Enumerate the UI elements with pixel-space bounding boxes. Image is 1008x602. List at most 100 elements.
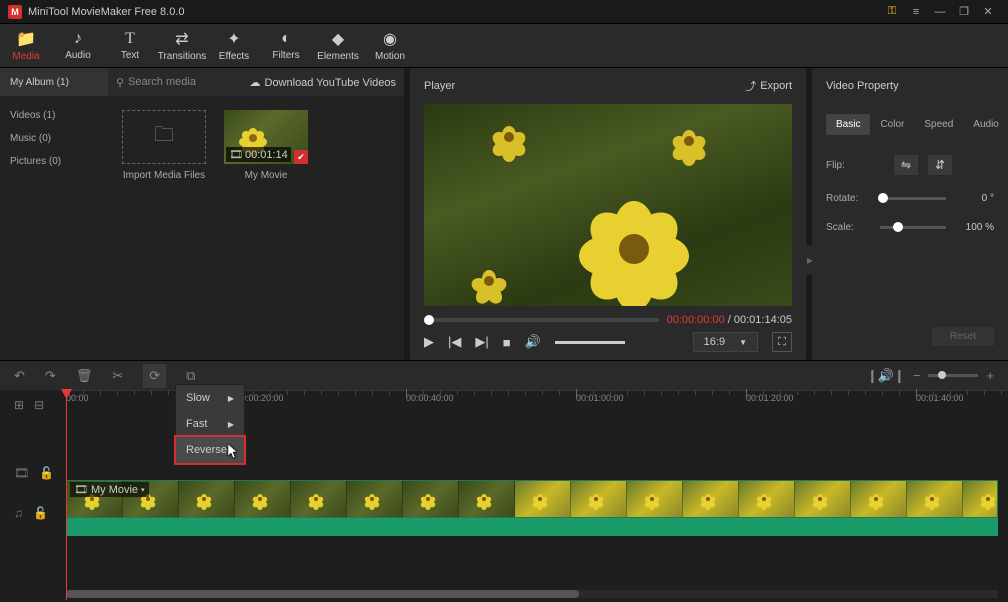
prop-tab-color[interactable]: Color (870, 114, 914, 135)
maximize-icon[interactable]: ❐ (952, 2, 976, 22)
fullscreen-button[interactable]: ⛶ (772, 332, 792, 352)
flip-label: Flip: (826, 160, 866, 171)
audio-icon: ♪ (74, 30, 82, 48)
search-icon: ⚲ (116, 76, 124, 89)
timeline: ↶ ↷ 🗑 ✂ ⟳ ⧉ ❙🔊❙ − + 00:0000:00:20:0000:0… (0, 360, 1008, 602)
split-button[interactable]: ✂ (112, 368, 123, 384)
chevron-down-icon: ▼ (739, 338, 747, 347)
video-property-panel: Video Property Basic Color Speed Audio ▶… (812, 68, 1008, 360)
duration-badge: 🎞00:01:14 (226, 147, 291, 162)
menu-icon[interactable]: ≡ (904, 2, 928, 22)
download-youtube-link[interactable]: ☁Download YouTube Videos (250, 76, 397, 89)
zoom-slider[interactable] (928, 374, 978, 377)
timeline-scrollbar[interactable] (66, 590, 998, 598)
player-title: Player (424, 80, 455, 92)
app-logo-icon: M (8, 5, 22, 19)
prev-frame-button[interactable]: |◀ (448, 334, 461, 350)
scale-value: 100 % (960, 222, 994, 233)
play-button[interactable]: ▶ (424, 334, 434, 350)
tab-text[interactable]: TText (104, 24, 156, 67)
effects-icon: ✦ (227, 29, 240, 49)
flip-horizontal-button[interactable]: ⇋ (894, 155, 918, 175)
lock-icon[interactable]: 🔓 (39, 466, 54, 480)
track-add-icon[interactable]: ⊞ (14, 398, 24, 412)
titlebar: M MiniTool MovieMaker Free 8.0.0 ⚿ ≡ — ❐… (0, 0, 1008, 24)
thumbnail-icon (238, 120, 268, 150)
export-button[interactable]: ⤴Export (745, 78, 792, 94)
video-preview[interactable] (424, 104, 792, 306)
volume-icon[interactable]: 🔊 (525, 334, 541, 350)
media-clip-tile[interactable]: 🎞00:01:14 ✔ My Movie (224, 110, 308, 181)
rotate-value: 0 ° (960, 193, 994, 204)
media-panel: My Album (1) ⚲ Search media ☁Download Yo… (0, 68, 404, 360)
tab-media[interactable]: 📁Media (0, 24, 52, 67)
license-key-icon[interactable]: ⚿ (880, 2, 904, 22)
sidebar-item-videos[interactable]: Videos (1) (0, 104, 108, 127)
volume-slider[interactable] (555, 341, 625, 344)
lock-icon[interactable]: 🔓 (33, 506, 48, 520)
tab-elements[interactable]: ◆Elements (312, 24, 364, 67)
audio-track-icon[interactable]: ♫ (14, 506, 23, 520)
album-name[interactable]: My Album (1) (0, 68, 108, 96)
undo-button[interactable]: ↶ (14, 368, 25, 384)
main-toolbar: 📁Media ♪Audio TText ⇄Transitions ✦Effect… (0, 24, 1008, 68)
film-icon: 🎞 (229, 148, 243, 161)
export-icon: ⤴ (745, 78, 756, 94)
transitions-icon: ⇄ (175, 29, 188, 49)
clip-label: 🎞My Movie▾ (70, 482, 149, 497)
track-collapse-icon[interactable]: ⊟ (34, 398, 44, 412)
playhead[interactable] (66, 390, 67, 600)
flip-vertical-button[interactable]: ⇵ (928, 155, 952, 175)
chevron-right-icon: ▶ (228, 394, 234, 403)
folder-icon: 📁 (16, 29, 36, 49)
sidebar-item-pictures[interactable]: Pictures (0) (0, 150, 108, 173)
motion-icon: ◉ (383, 29, 397, 49)
close-icon[interactable]: ✕ (976, 2, 1000, 22)
tab-effects[interactable]: ✦Effects (208, 24, 260, 67)
zoom-in-button[interactable]: + (986, 368, 994, 383)
video-track[interactable]: 🎞My Movie▾ (66, 480, 998, 538)
tab-filters[interactable]: ◐Filters (260, 24, 312, 67)
timeline-ruler[interactable]: 00:0000:00:20:0000:00:40:0000:01:00:0000… (0, 390, 1008, 420)
audio-mute-icon[interactable]: ❙🔊❙ (867, 368, 905, 384)
video-track-icon[interactable]: 🎞 (14, 466, 29, 480)
crop-button[interactable]: ⧉ (186, 368, 195, 384)
folder-plus-icon: 🗀 (122, 110, 206, 164)
cursor-icon (228, 444, 240, 460)
minimize-icon[interactable]: — (928, 2, 952, 22)
flower-image (564, 159, 704, 299)
stop-button[interactable]: ■ (503, 335, 511, 350)
panel-expand-handle[interactable]: ▶ (806, 245, 814, 275)
tab-motion[interactable]: ◉Motion (364, 24, 416, 67)
reset-button[interactable]: Reset (932, 327, 994, 346)
scale-label: Scale: (826, 222, 866, 233)
menu-item-fast[interactable]: Fast▶ (176, 411, 244, 437)
zoom-out-button[interactable]: − (913, 368, 921, 383)
rotate-slider[interactable] (880, 197, 946, 200)
sidebar-item-music[interactable]: Music (0) (0, 127, 108, 150)
speed-button[interactable]: ⟳ (143, 364, 166, 388)
filters-icon: ◐ (281, 30, 291, 48)
player-panel: Player ⤴Export 00:00:00:00 / 00:01:14:05… (410, 68, 806, 360)
menu-item-slow[interactable]: Slow▶ (176, 385, 244, 411)
media-sidebar: Videos (1) Music (0) Pictures (0) (0, 96, 108, 360)
tab-transitions[interactable]: ⇄Transitions (156, 24, 208, 67)
delete-button[interactable]: 🗑 (76, 368, 93, 384)
chevron-right-icon: ▶ (228, 420, 234, 429)
redo-button[interactable]: ↷ (45, 368, 56, 384)
seek-slider[interactable] (424, 318, 659, 322)
timeline-clip[interactable]: 🎞My Movie▾ (66, 480, 998, 518)
next-frame-button[interactable]: ▶| (475, 334, 488, 350)
prop-tab-audio[interactable]: Audio (963, 114, 1008, 135)
scale-slider[interactable] (880, 226, 946, 229)
import-media-tile[interactable]: 🗀 Import Media Files (122, 110, 206, 181)
audio-strip[interactable] (66, 518, 998, 536)
chevron-down-icon: ▾ (141, 486, 145, 494)
time-display: 00:00:00:00 / 00:01:14:05 (667, 314, 792, 326)
app-title: MiniTool MovieMaker Free 8.0.0 (28, 6, 880, 18)
prop-tab-basic[interactable]: Basic (826, 114, 870, 135)
tab-audio[interactable]: ♪Audio (52, 24, 104, 67)
prop-tab-speed[interactable]: Speed (914, 114, 963, 135)
aspect-ratio-select[interactable]: 16:9▼ (693, 332, 758, 352)
search-input[interactable]: Search media (128, 76, 196, 88)
